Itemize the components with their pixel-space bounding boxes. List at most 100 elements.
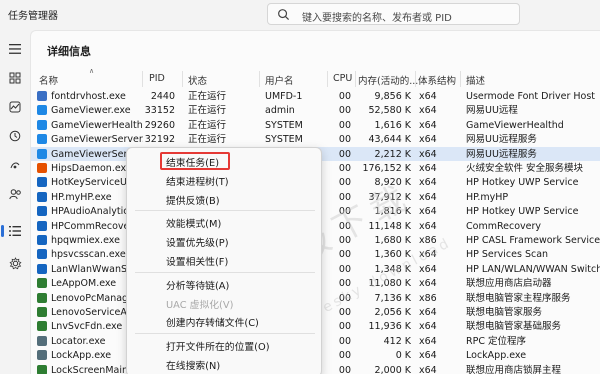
menu-item[interactable]: 创建内存转储文件(C)	[127, 312, 323, 330]
search-input[interactable]: 键入要搜索的名称、发布者或 PID	[267, 3, 520, 25]
column-header-pid[interactable]: PID	[149, 73, 165, 84]
process-cpu: 00	[338, 91, 351, 102]
process-memory: 2,212 K	[374, 148, 411, 160]
process-memory: 2,056 K	[374, 307, 411, 318]
menu-item[interactable]: 设置相关性(F)	[127, 251, 323, 269]
process-arch: x64	[419, 364, 437, 374]
column-divider[interactable]	[259, 71, 260, 87]
process-memory: 9,856 K	[374, 91, 411, 102]
details-icon[interactable]	[1, 220, 26, 242]
process-description: 联想电脑管家主程序服务	[466, 292, 571, 304]
column-header-description[interactable]: 描述	[466, 73, 485, 87]
process-description: 联想电脑管家基础服务	[466, 321, 562, 333]
process-arch: x64	[419, 220, 437, 232]
process-arch: x64	[419, 119, 437, 131]
column-divider[interactable]	[182, 71, 183, 87]
process-icon	[37, 364, 47, 374]
process-description: Usermode Font Driver Host	[466, 91, 596, 102]
process-status: 正在运行	[188, 105, 227, 117]
menu-item[interactable]: 提供反馈(B)	[127, 190, 323, 208]
column-divider[interactable]	[355, 71, 356, 87]
menu-item-label: 效能模式(M)	[166, 219, 222, 231]
column-header-name[interactable]: 名称	[39, 73, 58, 87]
column-divider[interactable]	[327, 71, 328, 87]
menu-icon[interactable]	[4, 38, 26, 60]
menu-item[interactable]: 效能模式(M)	[127, 213, 323, 231]
process-icon	[37, 119, 47, 130]
column-header-arch[interactable]: 体系结构	[418, 73, 456, 87]
menu-item-label: 打开文件所在的位置(O)	[166, 342, 270, 354]
process-description: HP Hotkey UWP Service	[466, 177, 579, 189]
process-arch: x64	[419, 278, 437, 290]
process-memory: 0 K	[395, 350, 411, 362]
process-pid: 32192	[144, 134, 175, 146]
menu-separator	[135, 210, 315, 212]
process-description: 网易UU远程服务	[466, 134, 537, 146]
column-header-user[interactable]: 用户名	[265, 73, 294, 87]
app-history-icon[interactable]	[4, 125, 26, 147]
column-header-cpu[interactable]: CPU	[333, 73, 352, 84]
process-memory: 52,580 K	[368, 105, 412, 117]
process-description: HP.myHP	[466, 191, 509, 203]
process-arch: x64	[419, 177, 437, 189]
column-divider[interactable]	[460, 71, 461, 87]
menu-item[interactable]: 结束进程树(T)	[127, 171, 323, 189]
process-memory: 412 K	[383, 335, 411, 347]
menu-item-label: 设置相关性(F)	[166, 257, 229, 268]
process-arch: x64	[419, 191, 437, 203]
process-description: CommRecovery	[466, 220, 542, 232]
menu-item-label: UAC 虚拟化(V)	[166, 299, 234, 311]
performance-icon[interactable]	[4, 96, 26, 118]
search-placeholder: 键入要搜索的名称、发布者或 PID	[302, 13, 452, 24]
menu-item[interactable]: 在线搜索(N)	[127, 355, 323, 373]
table-row[interactable]: GameViewer.exe 33152 正在运行 admin 00 52,580 K x6…	[31, 103, 600, 117]
table-header: ∧ 名称 PID 状态 用户名 CPU 内存(活动的... 体系结构 描述	[31, 67, 600, 89]
process-name: GameViewerServer...	[51, 134, 143, 146]
column-divider[interactable]	[142, 71, 143, 87]
process-icon	[37, 220, 47, 231]
menu-item[interactable]: 分析等待链(A)	[127, 275, 323, 293]
services-icon[interactable]	[4, 252, 26, 274]
process-icon	[37, 278, 47, 289]
process-description: HP CASL Framework Service	[466, 235, 600, 246]
process-cpu: 00	[338, 350, 351, 362]
column-header-memory[interactable]: 内存(活动的...	[358, 73, 418, 87]
menu-item-label: 结束任务(E)	[166, 158, 220, 169]
menu-item[interactable]: 打开文件所在的位置(O)	[127, 336, 323, 354]
users-icon[interactable]	[4, 183, 26, 205]
process-name: GameViewerHealth...	[51, 119, 143, 131]
app-title: 任务管理器	[8, 11, 58, 22]
process-arch: x64	[419, 321, 437, 333]
process-cpu: 00	[338, 163, 351, 174]
column-divider[interactable]	[415, 71, 416, 87]
menu-item-label: 分析等待链(A)	[166, 280, 230, 292]
sidebar	[0, 30, 30, 374]
process-icon	[37, 134, 47, 145]
process-memory: 11,936 K	[368, 321, 412, 333]
startup-apps-icon[interactable]	[4, 154, 26, 176]
menu-item[interactable]: 结束任务(E)	[127, 152, 323, 170]
process-arch: x64	[419, 163, 437, 174]
menu-item-label: 在线搜索(N)	[166, 361, 221, 372]
title-bar: 任务管理器 键入要搜索的名称、发布者或 PID	[0, 0, 600, 30]
table-row[interactable]: GameViewerServer... 32192 正在运行 SYSTEM 00 43,6…	[31, 132, 600, 146]
process-cpu: 00	[338, 119, 351, 131]
process-description: HP Services Scan	[466, 249, 549, 261]
sort-ascending-icon: ∧	[89, 67, 95, 75]
processes-icon[interactable]	[4, 67, 26, 89]
process-icon	[37, 249, 47, 260]
table-row[interactable]: GameViewerHealth... 29260 正在运行 SYSTEM 00 1,61…	[31, 118, 600, 132]
process-icon	[37, 105, 47, 116]
column-header-status[interactable]: 状态	[188, 73, 207, 87]
menu-item[interactable]: 设置优先级(P)	[127, 232, 323, 250]
process-icon	[37, 206, 47, 217]
process-icon	[37, 163, 47, 173]
process-arch: x86	[419, 292, 437, 304]
process-user: SYSTEM	[265, 119, 303, 131]
process-cpu: 00	[338, 335, 351, 347]
table-row[interactable]: fontdrvhost.exe 2440 正在运行 UMFD-1 00 9,856 K x6…	[31, 89, 600, 103]
process-cpu: 00	[338, 177, 351, 189]
process-user: admin	[265, 105, 295, 117]
process-description: HP Hotkey UWP Service	[466, 206, 579, 218]
search-icon	[278, 9, 290, 21]
